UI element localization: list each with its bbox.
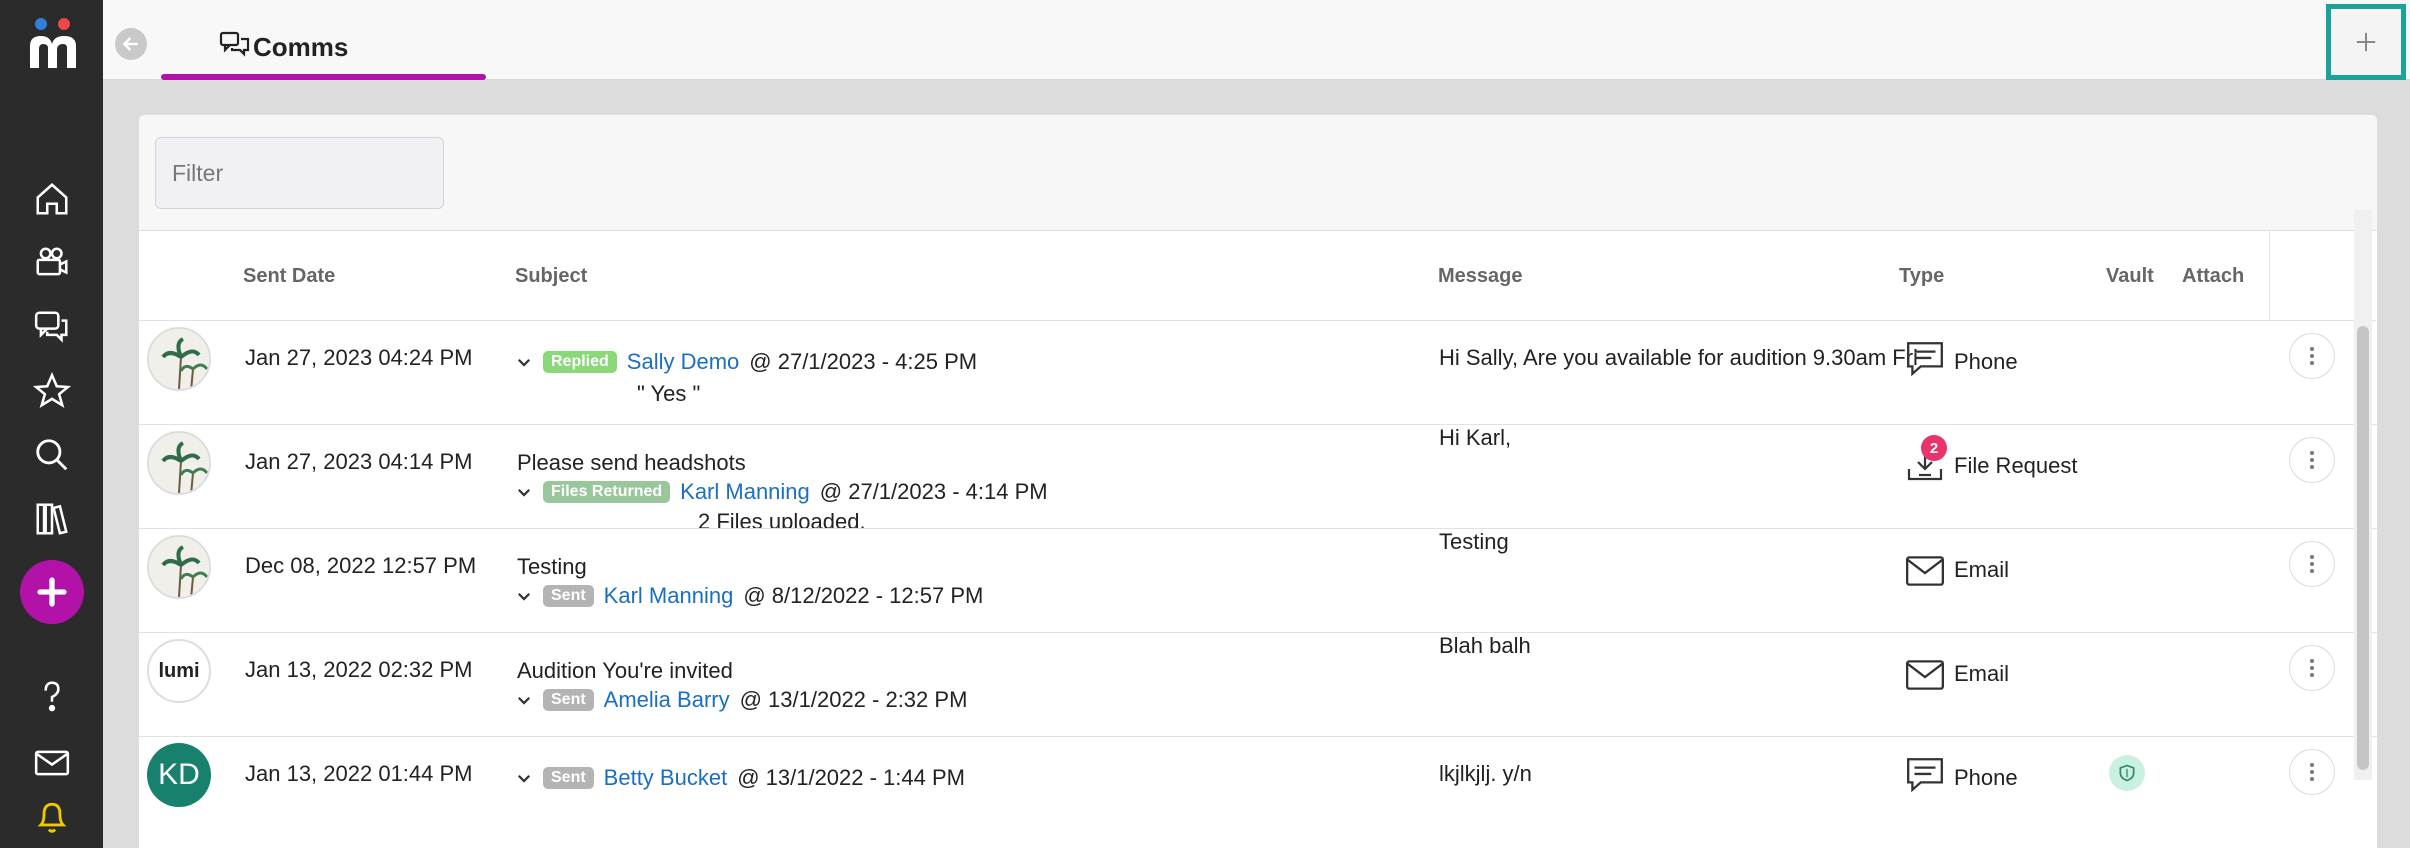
message-preview: Blah balh — [1439, 633, 1531, 658]
row-menu-button[interactable] — [2289, 541, 2335, 587]
table-row[interactable]: Dec 08, 2022 12:57 PM Testing Sent Karl … — [139, 529, 2377, 633]
avatar: KD — [147, 743, 211, 807]
back-button[interactable] — [115, 28, 147, 60]
chevron-down-icon[interactable] — [515, 353, 533, 371]
create-new-button[interactable] — [20, 560, 84, 624]
sent-date: Jan 27, 2023 04:14 PM — [245, 449, 473, 474]
tab-label: Comms — [253, 32, 349, 62]
subject-text: Please send headshots — [517, 450, 746, 475]
sent-date: Dec 08, 2022 12:57 PM — [245, 553, 477, 578]
table-row[interactable]: lumi Jan 13, 2022 02:32 PM Audition You'… — [139, 633, 2377, 737]
table-row[interactable]: Jan 27, 2023 04:24 PM Replied Sally Demo… — [139, 321, 2377, 425]
avatar-text: lumi — [158, 659, 200, 682]
chevron-down-icon[interactable] — [515, 769, 533, 787]
column-header-vault[interactable]: Vault — [2106, 265, 2154, 288]
type-label: Email — [1954, 557, 2010, 582]
top-bar: Comms — [103, 0, 2410, 80]
scrollbar-thumb[interactable] — [2357, 326, 2369, 770]
search-icon[interactable] — [31, 434, 73, 476]
type-label: Phone — [1954, 765, 2018, 790]
message-preview: Hi Sally, Are you available for audition… — [1439, 345, 1918, 370]
sent-timestamp: @ 27/1/2023 - 4:14 PM — [819, 479, 1048, 504]
reply-line: Sent Betty Bucket @ 13/1/2022 - 1:44 PM — [515, 765, 965, 791]
status-badge: Sent — [543, 767, 594, 789]
envelope-icon — [1905, 556, 1945, 586]
avatar — [147, 535, 211, 599]
sent-date: Jan 27, 2023 04:24 PM — [245, 345, 473, 370]
row-menu-button[interactable] — [2289, 749, 2335, 795]
row-menu-button[interactable] — [2289, 437, 2335, 483]
type-label: Phone — [1954, 349, 2018, 374]
message-preview: Hi Karl, — [1439, 425, 1512, 450]
column-header-message[interactable]: Message — [1438, 265, 1523, 288]
reply-line: Sent Karl Manning @ 8/12/2022 - 12:57 PM — [515, 583, 983, 609]
sent-date: Jan 13, 2022 02:32 PM — [245, 657, 473, 682]
reply-line: Files Returned Karl Manning @ 27/1/2023 … — [515, 479, 1048, 505]
table-row[interactable]: Jan 27, 2023 04:14 PM Please send headsh… — [139, 425, 2377, 529]
subject-text: Audition You're invited — [517, 658, 733, 683]
bell-icon[interactable] — [31, 796, 73, 838]
message-preview: lkjlkjlj. y/n — [1439, 761, 1532, 786]
contact-link[interactable]: Karl Manning — [680, 479, 810, 505]
type-label: File Request — [1954, 453, 2078, 478]
help-icon[interactable] — [31, 676, 73, 718]
status-badge: Replied — [543, 351, 617, 373]
contact-link[interactable]: Amelia Barry — [604, 687, 730, 713]
status-badge: Sent — [543, 689, 594, 711]
mail-icon[interactable] — [31, 742, 73, 784]
home-icon[interactable] — [31, 178, 73, 220]
scrollbar[interactable] — [2354, 210, 2372, 780]
row-menu-button[interactable] — [2289, 333, 2335, 379]
active-tab-indicator — [161, 74, 486, 80]
reply-line: Replied Sally Demo @ 27/1/2023 - 4:25 PM — [515, 349, 977, 375]
avatar — [147, 431, 211, 495]
filter-input[interactable] — [155, 137, 444, 209]
status-badge: Files Returned — [543, 481, 671, 503]
reply-text: " Yes " — [637, 381, 701, 406]
camera-icon[interactable] — [31, 242, 73, 284]
status-badge: Sent — [543, 585, 594, 607]
sent-date: Jan 13, 2022 01:44 PM — [245, 761, 473, 786]
column-header-type[interactable]: Type — [1899, 265, 1944, 288]
library-icon[interactable] — [31, 498, 73, 540]
sent-timestamp: @ 27/1/2023 - 4:25 PM — [749, 349, 978, 374]
sidebar — [0, 0, 103, 848]
type-label: Email — [1954, 661, 2010, 686]
chat-icon — [1907, 758, 1943, 793]
sent-timestamp: @ 8/12/2022 - 12:57 PM — [743, 583, 984, 608]
message-preview: Testing — [1439, 529, 1509, 554]
sent-timestamp: @ 13/1/2022 - 2:32 PM — [739, 687, 968, 712]
contact-link[interactable]: Betty Bucket — [604, 765, 728, 791]
avatar — [147, 327, 211, 391]
chevron-down-icon[interactable] — [515, 587, 533, 605]
add-button[interactable] — [2326, 4, 2406, 80]
chat-icon — [219, 31, 250, 57]
column-header-subject[interactable]: Subject — [515, 265, 587, 288]
column-header-sent-date[interactable]: Sent Date — [243, 265, 335, 288]
shield-icon[interactable] — [2109, 755, 2145, 791]
tab-comms[interactable]: Comms — [161, 0, 486, 80]
file-count-badge: 2 — [1921, 435, 1947, 461]
avatar: lumi — [147, 639, 211, 703]
contact-link[interactable]: Karl Manning — [604, 583, 734, 609]
table-row[interactable]: KD Jan 13, 2022 01:44 PM Sent Betty Buck… — [139, 737, 2377, 848]
reply-text: 2 Files uploaded. — [698, 509, 866, 528]
envelope-icon — [1905, 660, 1945, 690]
chevron-down-icon[interactable] — [515, 483, 533, 501]
reply-line: Sent Amelia Barry @ 13/1/2022 - 2:32 PM — [515, 687, 967, 713]
column-header-attach[interactable]: Attach — [2182, 265, 2244, 288]
chevron-down-icon[interactable] — [515, 691, 533, 709]
row-menu-button[interactable] — [2289, 645, 2335, 691]
app-logo[interactable] — [26, 16, 80, 72]
star-icon[interactable] — [31, 370, 73, 412]
contact-link[interactable]: Sally Demo — [627, 349, 739, 375]
sent-timestamp: @ 13/1/2022 - 1:44 PM — [737, 765, 965, 790]
subject-text: Testing — [517, 554, 587, 579]
chat-icon — [1907, 342, 1943, 377]
chat-icon[interactable] — [31, 306, 73, 348]
